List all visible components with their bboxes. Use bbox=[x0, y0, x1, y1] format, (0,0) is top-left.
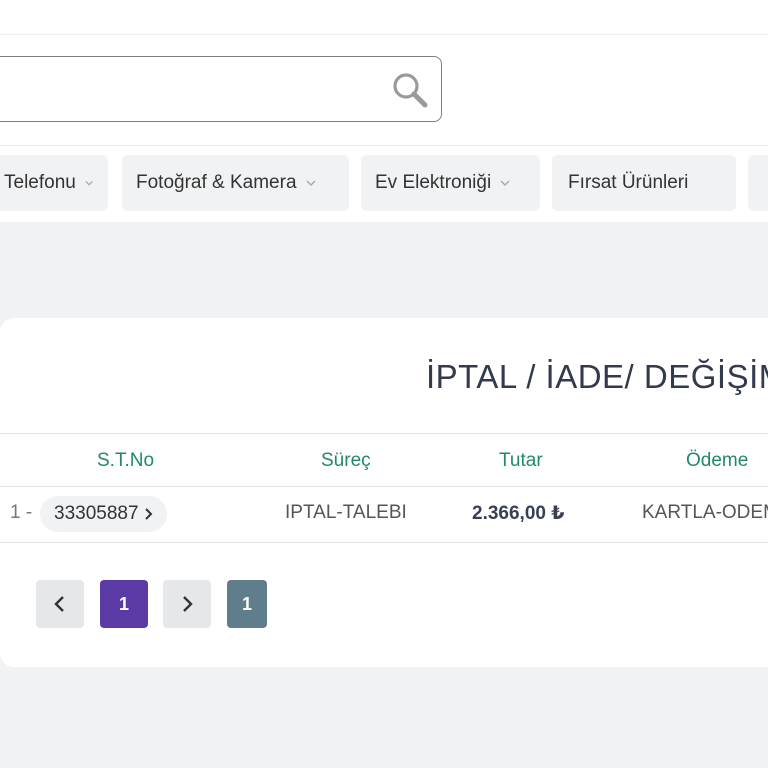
order-number-link[interactable]: 33305887 bbox=[40, 496, 167, 532]
total-pages-badge: 1 bbox=[227, 580, 267, 628]
payment-method: KARTLA-ODEME bbox=[642, 502, 768, 523]
nav-item-label: Fotoğraf & Kamera bbox=[136, 172, 297, 193]
chevron-down-icon bbox=[85, 180, 93, 186]
search-icon[interactable] bbox=[390, 70, 430, 110]
search-box[interactable] bbox=[0, 56, 442, 122]
current-page-button[interactable]: 1 bbox=[100, 580, 148, 628]
table-divider bbox=[0, 542, 768, 543]
chevron-left-icon bbox=[54, 596, 64, 612]
page-title: İPTAL / İADE/ DEĞİŞİM bbox=[426, 358, 768, 395]
search-input[interactable] bbox=[5, 67, 369, 113]
nav-item-label: Telefonu bbox=[4, 172, 76, 193]
process-status: IPTAL-TALEBI bbox=[285, 502, 407, 523]
nav-item-label: Ev Elektroniği bbox=[375, 172, 492, 193]
chevron-right-icon bbox=[183, 596, 193, 612]
chevron-right-icon bbox=[144, 508, 152, 520]
column-header-amount: Tutar bbox=[499, 450, 543, 471]
nav-item-more[interactable] bbox=[748, 155, 768, 211]
header-divider bbox=[0, 34, 768, 35]
order-number: 33305887 bbox=[54, 503, 139, 524]
category-navbar: Telefonu Fotoğraf & Kamera Ev Elektroniğ… bbox=[0, 146, 768, 222]
nav-item-firsat-urunleri[interactable]: Fırsat Ürünleri bbox=[552, 155, 736, 211]
nav-item-ev-elektronigi[interactable]: Ev Elektroniği bbox=[361, 155, 540, 211]
row-index: 1 - bbox=[10, 502, 33, 523]
prev-page-button[interactable] bbox=[36, 580, 84, 628]
table-divider bbox=[0, 433, 768, 434]
chevron-down-icon bbox=[306, 180, 316, 187]
nav-item-fotograf-kamera[interactable]: Fotoğraf & Kamera bbox=[122, 155, 349, 211]
column-header-payment: Ödeme bbox=[686, 450, 749, 471]
nav-item-telefonu[interactable]: Telefonu bbox=[0, 155, 108, 211]
column-header-process: Süreç bbox=[321, 450, 371, 471]
nav-item-label: Fırsat Ürünleri bbox=[568, 172, 689, 193]
column-header-order-no: S.T.No bbox=[97, 450, 155, 471]
chevron-down-icon bbox=[500, 180, 510, 187]
amount-value: 2.366,00 ₺ bbox=[472, 503, 565, 524]
next-page-button[interactable] bbox=[163, 580, 211, 628]
table-divider bbox=[0, 486, 768, 487]
